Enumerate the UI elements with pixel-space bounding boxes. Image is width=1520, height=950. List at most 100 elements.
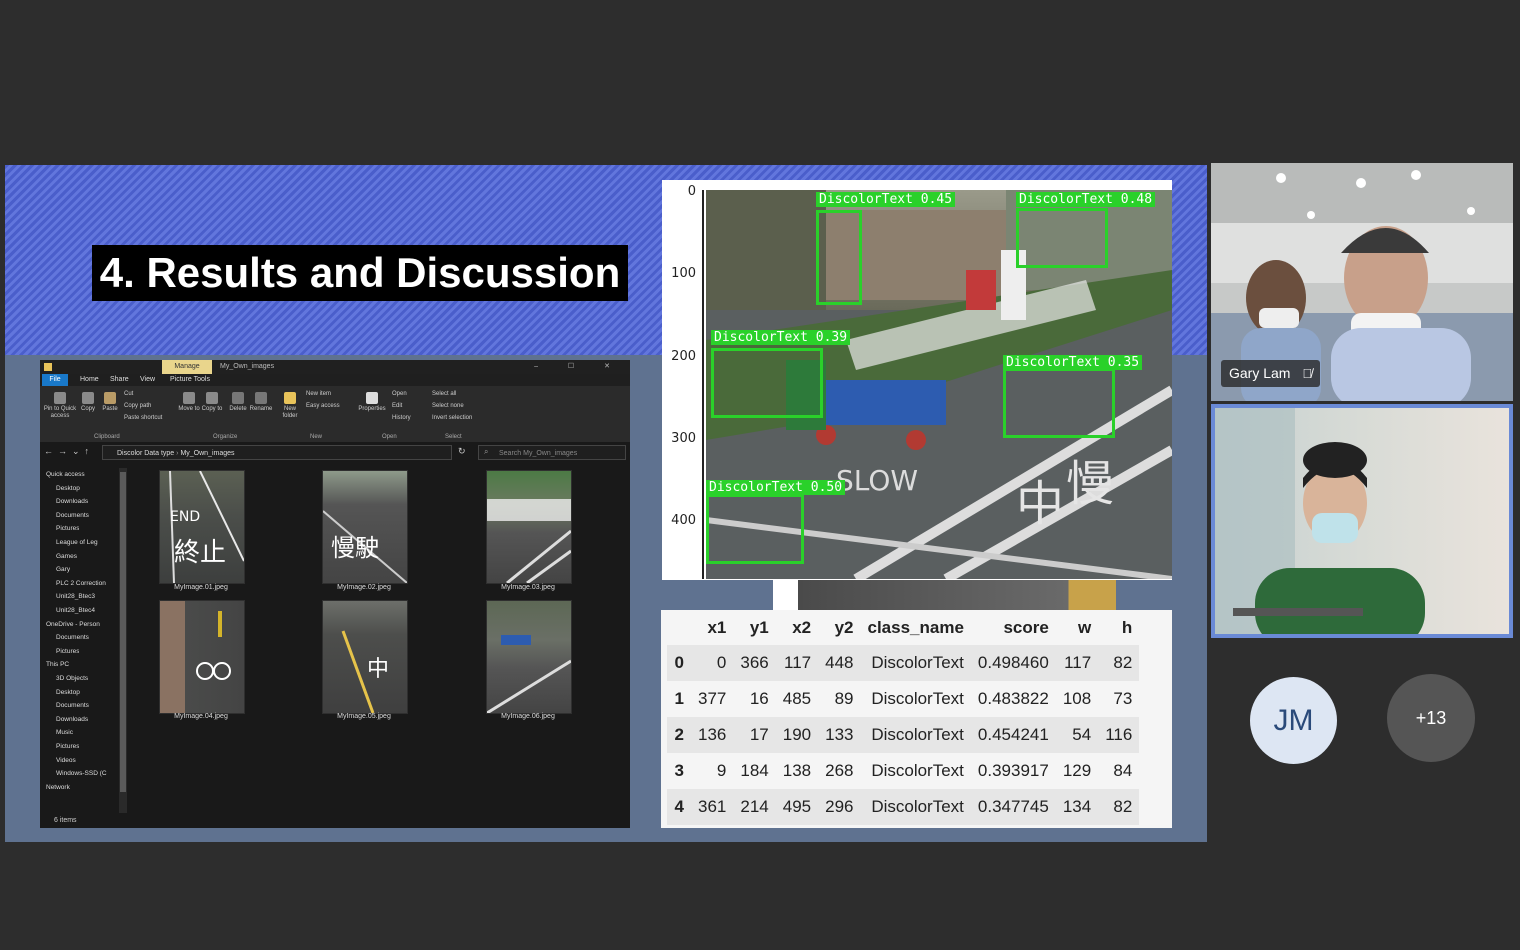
nav-item[interactable]: Unit28_Btec3 [56, 590, 95, 604]
detection-plot: 0 100 200 300 400 中 慢 SLOW DiscolorText … [662, 180, 1172, 580]
row-index: 2 [667, 717, 691, 753]
pin-to-quick-access-button[interactable]: Pin to Quick access [42, 392, 78, 420]
nav-item[interactable]: Network [46, 781, 70, 795]
table-cell: 73 [1113, 689, 1133, 708]
breadcrumb-part[interactable]: My_Own_images [180, 450, 234, 457]
table-header: y2 [834, 617, 854, 637]
move-to-button[interactable]: Move to [178, 392, 200, 413]
move-icon [183, 392, 195, 404]
nav-item[interactable]: Quick access [46, 468, 85, 482]
ribbon-group-open: Open [382, 434, 397, 440]
file-thumbnail[interactable] [159, 600, 245, 714]
svg-text:慢: 慢 [1066, 456, 1114, 512]
participant-video-gary[interactable]: Gary Lam 🎙̸ [1211, 163, 1513, 401]
cut-button[interactable]: Cut [124, 391, 133, 397]
tab-file[interactable]: File [42, 374, 68, 386]
row-index: 4 [667, 789, 691, 825]
file-name[interactable]: MyImage.01.jpeg [146, 584, 256, 591]
address-bar[interactable]: Discolor Data type › My_Own_images [102, 445, 452, 460]
manage-context-tab[interactable]: Manage [162, 360, 212, 374]
nav-item[interactable]: Music [56, 726, 73, 740]
copy-button[interactable]: Copy [78, 392, 98, 413]
nav-item[interactable]: Pictures [56, 522, 79, 536]
tab-share[interactable]: Share [110, 374, 129, 386]
paste-button[interactable]: Paste [100, 392, 120, 413]
nav-item[interactable]: Downloads [56, 713, 88, 727]
nav-arrows[interactable]: ←→⌄↑ [44, 446, 94, 457]
file-thumbnail[interactable]: END 終止 [159, 470, 245, 584]
nav-item[interactable]: Windows-SSD (C [56, 767, 107, 781]
breadcrumb-part[interactable]: Discolor Data type [117, 450, 174, 457]
nav-item[interactable]: League of Leg [56, 536, 98, 550]
file-name[interactable]: MyImage.06.jpeg [473, 713, 583, 720]
copy-to-button[interactable]: Copy to [201, 392, 223, 413]
search-input[interactable]: Search My_Own_images [478, 445, 626, 460]
new-item-button[interactable]: New item [306, 391, 331, 397]
properties-button[interactable]: Properties [358, 392, 386, 413]
select-none-button[interactable]: Select none [432, 403, 464, 409]
nav-item[interactable]: PLC 2 Correction [56, 577, 106, 591]
explorer-ribbon: Pin to Quick access Copy Paste Cut Copy … [40, 386, 630, 443]
nav-item[interactable]: Downloads [56, 495, 88, 509]
svg-text:終止: 終止 [174, 538, 226, 568]
rename-button[interactable]: Rename [249, 392, 273, 413]
file-name[interactable]: MyImage.03.jpeg [473, 584, 583, 591]
nav-item[interactable]: Pictures [56, 645, 79, 659]
nav-item[interactable]: Unit28_Btec4 [56, 604, 95, 618]
window-controls[interactable]: – ☐ ✕ [534, 360, 624, 374]
select-all-button[interactable]: Select all [432, 391, 456, 397]
edit-button[interactable]: Edit [392, 403, 402, 409]
table-cell: 89 [834, 689, 854, 708]
nav-item[interactable]: Documents [56, 631, 89, 645]
history-button[interactable]: History [392, 415, 411, 421]
detection-label: DiscolorText 0.35 [1003, 355, 1143, 370]
nav-item[interactable]: Games [56, 550, 77, 564]
nav-item[interactable]: Desktop [56, 482, 80, 496]
nav-item[interactable]: 3D Objects [56, 672, 88, 686]
nav-item[interactable]: Videos [56, 754, 76, 768]
table-cell: 0.498460 [970, 645, 1056, 681]
nav-item[interactable]: This PC [46, 658, 69, 672]
file-thumbnail[interactable]: 中 [322, 600, 408, 714]
nav-item[interactable]: Pictures [56, 740, 79, 754]
delete-button[interactable]: Delete [227, 392, 249, 413]
nav-scrollbar-thumb[interactable] [120, 472, 126, 792]
nav-item[interactable]: OneDrive - Person [46, 618, 100, 632]
file-thumbnail[interactable]: 慢駛 [322, 470, 408, 584]
tab-home[interactable]: Home [80, 374, 99, 386]
nav-item[interactable]: Documents [56, 699, 89, 713]
table-cell: 129 [1062, 761, 1092, 780]
nav-item[interactable]: Documents [56, 509, 89, 523]
detection-box [816, 210, 862, 305]
table-cell: DiscolorText [860, 717, 971, 753]
table-cell: DiscolorText [860, 789, 971, 825]
table-cell: 116 [1098, 717, 1140, 753]
refresh-icon[interactable]: ↻ [458, 446, 466, 457]
new-folder-button[interactable]: New folder [278, 392, 302, 420]
table-cell: 214 [733, 789, 776, 825]
easy-access-button[interactable]: Easy access [306, 403, 340, 409]
table-cell: 0.393917 [977, 761, 1049, 780]
tab-view[interactable]: View [140, 374, 155, 386]
copy-icon [82, 392, 94, 404]
open-button[interactable]: Open [392, 391, 407, 397]
table-header [667, 610, 691, 645]
file-name[interactable]: MyImage.04.jpeg [146, 713, 256, 720]
file-thumbnail[interactable] [486, 600, 572, 714]
file-name[interactable]: MyImage.02.jpeg [309, 584, 419, 591]
paste-shortcut-button[interactable]: Paste shortcut [124, 415, 162, 421]
table-row: 1 377 16 485 89 DiscolorText 0.483822 108 73 [667, 681, 1139, 717]
svg-text:中: 中 [367, 657, 389, 682]
invert-selection-button[interactable]: Invert selection [432, 415, 472, 421]
table-cell: DiscolorText [871, 689, 964, 708]
nav-item[interactable]: Desktop [56, 686, 80, 700]
tab-picture-tools[interactable]: Picture Tools [170, 374, 210, 386]
detection-box [711, 348, 823, 418]
copy-path-button[interactable]: Copy path [124, 403, 151, 409]
participant-avatar[interactable]: JM [1250, 677, 1337, 764]
more-participants-button[interactable]: +13 [1387, 674, 1475, 762]
nav-item[interactable]: Gary [56, 563, 70, 577]
participant-video-active-speaker[interactable] [1211, 404, 1513, 638]
file-name[interactable]: MyImage.05.jpeg [309, 713, 419, 720]
file-thumbnail[interactable] [486, 470, 572, 584]
